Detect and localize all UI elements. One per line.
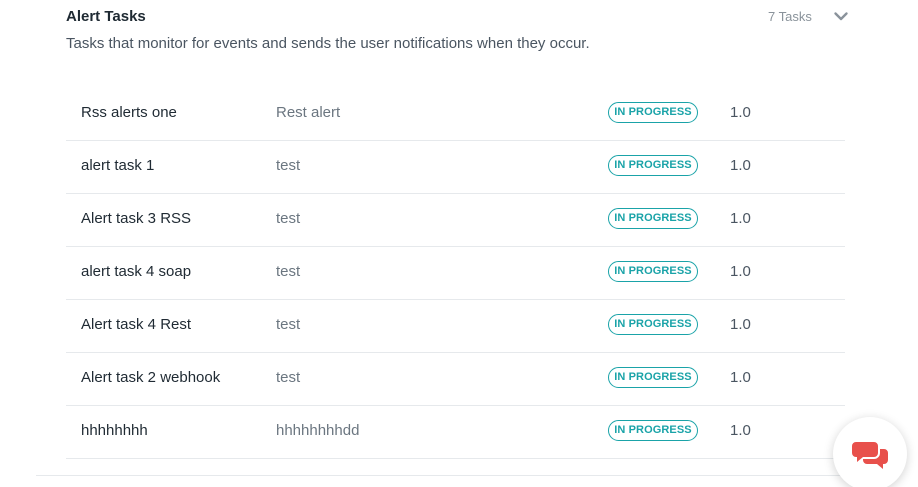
task-type: test [276,210,301,227]
task-type: hhhhhhhhdd [276,422,360,439]
section-title: Alert Tasks [66,8,146,25]
chevron-down-icon [834,12,848,21]
section-header: Alert Tasks Tasks that monitor for event… [66,7,852,54]
task-name[interactable]: hhhhhhhh [81,422,148,439]
task-row[interactable]: Alert task 4 Rest test IN PROGRESS 1.0 [66,300,845,353]
collapse-toggle-button[interactable] [832,8,850,26]
task-type: test [276,369,301,386]
section-description: Tasks that monitor for events and sends … [66,35,590,52]
task-type: test [276,263,301,280]
alert-tasks-section: Alert Tasks Tasks that monitor for event… [0,0,918,487]
task-row[interactable]: Alert task 3 RSS test IN PROGRESS 1.0 [66,194,845,247]
task-name[interactable]: Alert task 3 RSS [81,210,191,227]
task-version: 1.0 [730,104,751,121]
chat-bubbles-icon [852,442,888,469]
task-version: 1.0 [730,422,751,439]
task-count: 7 Tasks [768,9,812,24]
divider [36,475,882,476]
task-type: test [276,157,301,174]
status-badge: IN PROGRESS [608,420,698,441]
task-type: Rest alert [276,104,341,121]
task-row[interactable]: alert task 4 soap test IN PROGRESS 1.0 [66,247,845,300]
task-name[interactable]: alert task 4 soap [81,263,191,280]
task-version: 1.0 [730,369,751,386]
task-row[interactable]: Rss alerts one Rest alert IN PROGRESS 1.… [66,88,845,141]
task-name[interactable]: Rss alerts one [81,104,177,121]
task-name[interactable]: Alert task 4 Rest [81,316,191,333]
status-badge: IN PROGRESS [608,155,698,176]
status-badge: IN PROGRESS [608,208,698,229]
chat-launcher-button[interactable] [833,417,907,487]
status-badge: IN PROGRESS [608,102,698,123]
task-type: test [276,316,301,333]
task-name[interactable]: alert task 1 [81,157,154,174]
status-badge: IN PROGRESS [608,367,698,388]
task-row[interactable]: alert task 1 test IN PROGRESS 1.0 [66,141,845,194]
task-table: Rss alerts one Rest alert IN PROGRESS 1.… [66,88,845,459]
task-version: 1.0 [730,210,751,227]
status-badge: IN PROGRESS [608,261,698,282]
status-badge: IN PROGRESS [608,314,698,335]
task-version: 1.0 [730,316,751,333]
task-name[interactable]: Alert task 2 webhook [81,369,220,386]
task-row[interactable]: hhhhhhhh hhhhhhhhdd IN PROGRESS 1.0 [66,406,845,459]
task-version: 1.0 [730,263,751,280]
task-row[interactable]: Alert task 2 webhook test IN PROGRESS 1.… [66,353,845,406]
task-version: 1.0 [730,157,751,174]
